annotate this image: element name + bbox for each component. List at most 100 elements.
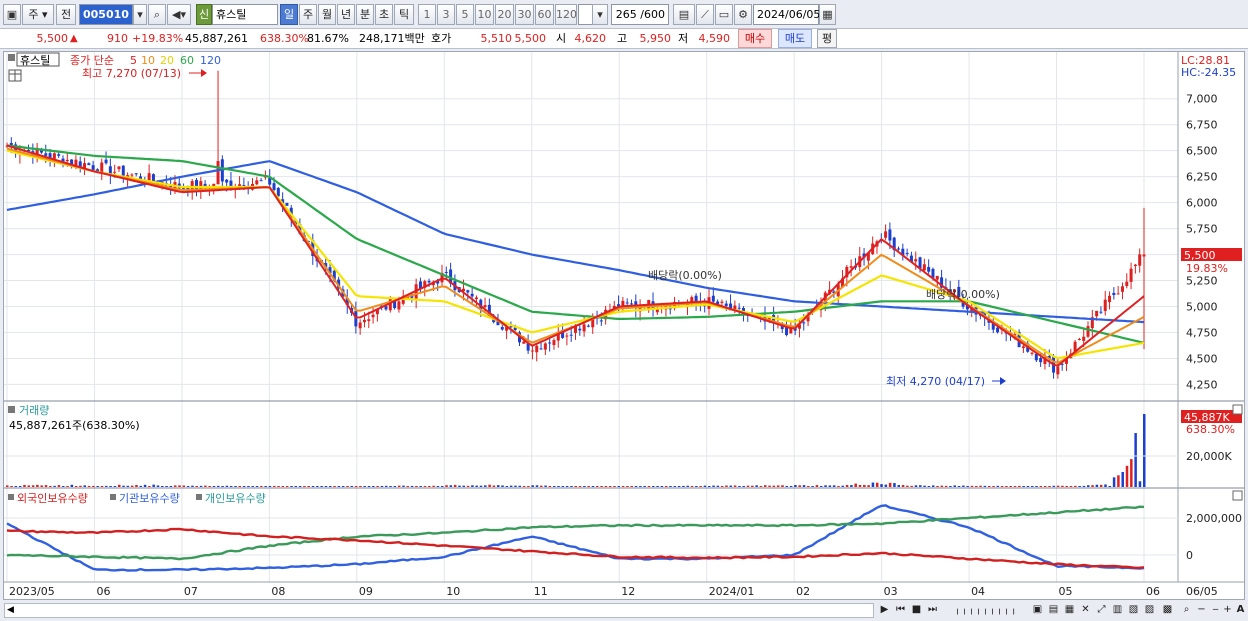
candle-body: [884, 231, 888, 238]
volume-bar: [40, 485, 43, 487]
volume-bar: [113, 486, 117, 487]
minute-20-button[interactable]: 20: [495, 4, 514, 25]
candle-body: [134, 173, 138, 175]
code-dropdown-icon[interactable]: ▾: [133, 4, 147, 25]
date-field[interactable]: 2024/06/05: [753, 4, 820, 25]
period-year-tab[interactable]: 년: [337, 4, 355, 25]
zoom-range-icon[interactable]: ⤢: [1094, 603, 1109, 618]
window-icon[interactable]: ▣: [3, 4, 21, 25]
volume-bar: [221, 486, 224, 487]
zoom-out-icon[interactable]: −: [1194, 603, 1209, 618]
volume-bar: [626, 486, 629, 487]
minute-1-button[interactable]: 1: [418, 4, 436, 25]
volume-bar: [389, 486, 392, 487]
grid-toggle-icon[interactable]: ▨: [1142, 603, 1157, 618]
period-week-tab[interactable]: 주: [299, 4, 317, 25]
period-month-tab[interactable]: 월: [318, 4, 336, 25]
volume-panel-close-icon[interactable]: [1232, 404, 1243, 415]
candle-body: [238, 184, 242, 187]
volume-bar: [1056, 485, 1060, 487]
volume-bar: [901, 485, 905, 487]
minute-3-button[interactable]: 3: [437, 4, 455, 25]
speaker-icon[interactable]: ◀▾: [167, 4, 191, 25]
change-pct-tag: 19.83%: [1186, 262, 1228, 275]
view-1-icon[interactable]: ▣: [1030, 603, 1045, 618]
minute-120-button[interactable]: 120: [555, 4, 577, 25]
candle-body: [259, 180, 263, 182]
volume-bar: [910, 485, 913, 487]
chart-type-select[interactable]: 주 ▾: [22, 4, 54, 25]
chart-area[interactable]: 7,000 6,750 6,500 6,250 6,000 5,750 5,500 5,250…: [3, 51, 1245, 600]
volume-bar: [1104, 484, 1107, 487]
sell-button[interactable]: 매도: [778, 29, 812, 48]
volume-legend-title: 거래량: [19, 404, 49, 417]
price-change-pct: +19.83%: [132, 32, 184, 45]
save-icon[interactable]: ▭: [715, 4, 733, 25]
minute-60-button[interactable]: 60: [535, 4, 554, 25]
volume-bar: [518, 485, 522, 487]
stop-icon[interactable]: ■: [909, 603, 924, 618]
volume-bar: [36, 484, 39, 487]
indicator-icon[interactable]: ▤: [673, 4, 695, 25]
candle-body: [1133, 264, 1137, 267]
minute-5-button[interactable]: 5: [456, 4, 474, 25]
volume-bar: [677, 486, 681, 487]
calendar-icon[interactable]: ▦: [819, 4, 836, 25]
layout-icon[interactable]: ▩: [1160, 603, 1175, 618]
stock-name-field[interactable]: 휴스틸: [212, 4, 278, 25]
volume-bar: [376, 486, 379, 487]
view-3-icon[interactable]: ▦: [1062, 603, 1077, 618]
hc-indicator: HC:-24.35: [1181, 66, 1236, 79]
scroll-right-icon[interactable]: ▶: [877, 603, 892, 618]
period-tick-tab[interactable]: 틱: [394, 4, 414, 25]
volume-bar: [863, 484, 866, 487]
prev-button[interactable]: 전: [56, 4, 76, 25]
volume-bar: [393, 486, 397, 487]
view-2-icon[interactable]: ▤: [1046, 603, 1061, 618]
volume-bar: [264, 486, 267, 487]
minute-30-button[interactable]: 30: [515, 4, 534, 25]
auto-scale-icon[interactable]: A: [1233, 603, 1248, 618]
candle-body: [358, 322, 362, 329]
settings-gear-icon[interactable]: ⚙: [734, 4, 752, 25]
period-day-tab[interactable]: 일: [280, 4, 298, 25]
jump-last-icon[interactable]: ⏭: [925, 603, 940, 618]
compare-icon[interactable]: ▧: [1126, 603, 1141, 618]
date-tick-label-next: 06/05: [1186, 585, 1218, 598]
volume-bar: [807, 486, 810, 487]
period-second-tab[interactable]: 초: [375, 4, 393, 25]
volume-bar: [574, 486, 577, 487]
volume-bar: [268, 486, 272, 487]
volume-bar: [923, 485, 926, 487]
custom-minute-dropdown-icon[interactable]: ▾: [592, 4, 608, 25]
candle-body: [474, 297, 478, 299]
candle-body: [578, 328, 582, 331]
max-price-annotation: 최고 7,270 (07/13): [82, 67, 181, 80]
chart-canvas[interactable]: 7,000 6,750 6,500 6,250 6,000 5,750 5,500 5,250…: [4, 52, 1244, 599]
volume-bar: [204, 485, 207, 487]
zoom-search-icon[interactable]: ⌕: [1179, 603, 1194, 618]
draw-tool-icon[interactable]: ⟋: [696, 4, 714, 25]
volume-value: 45,887,261: [185, 32, 248, 45]
data-count-field[interactable]: 265 /600: [611, 4, 669, 25]
auto-icon[interactable]: ▥: [1110, 603, 1125, 618]
period-minute-tab[interactable]: 분: [356, 4, 374, 25]
jump-first-icon[interactable]: ⏮: [893, 603, 908, 618]
buy-button[interactable]: 매수: [738, 29, 772, 48]
cross-line-icon[interactable]: ✕: [1078, 603, 1093, 618]
minute-10-button[interactable]: 10: [475, 4, 494, 25]
scroll-left-icon[interactable]: ◀: [7, 604, 14, 617]
search-icon[interactable]: ⌕: [148, 4, 166, 25]
volume-bar: [143, 484, 147, 487]
eval-button[interactable]: 평: [817, 29, 837, 48]
volume-bar: [83, 485, 87, 487]
chart-window: ▣ 주 ▾ 전 005010 ▾ ⌕ ◀▾ 신 휴스틸 일 주 월 년 분 초 …: [0, 0, 1248, 621]
volume-bar: [329, 486, 332, 487]
horizontal-scrollbar[interactable]: ◀: [4, 603, 874, 618]
volume-bar: [794, 485, 797, 487]
stock-code-input[interactable]: 005010: [79, 4, 133, 25]
holdings-panel-close-icon[interactable]: [1232, 490, 1243, 501]
volume-bar: [643, 485, 646, 487]
max-arrow-icon: [201, 69, 207, 77]
volume-bar: [540, 485, 543, 487]
